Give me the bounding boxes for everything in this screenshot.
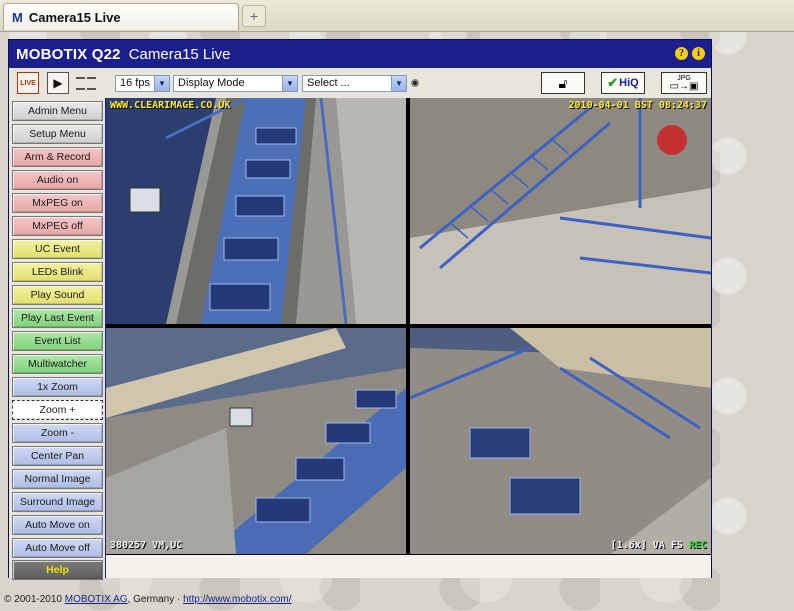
help-icon[interactable]: ? bbox=[675, 47, 688, 60]
footer: © 2001-2010 MOBOTIX AG, Germany · http:/… bbox=[4, 594, 292, 605]
auto-move-off-button[interactable]: Auto Move off bbox=[12, 538, 103, 558]
help-button[interactable]: Help bbox=[12, 560, 103, 580]
save-jpg-button[interactable]: JPG ▭→▣ bbox=[661, 72, 707, 94]
play-last-event-button[interactable]: Play Last Event bbox=[12, 308, 103, 328]
overlay-watermark: WWW.CLEARIMAGE.CO.UK bbox=[110, 100, 231, 111]
quad-view-icon[interactable] bbox=[75, 72, 97, 94]
tab-title: Camera15 Live bbox=[28, 9, 121, 25]
zoom-1x-button[interactable]: 1x Zoom bbox=[12, 377, 103, 397]
fps-select-value: 16 fps bbox=[120, 77, 150, 89]
header-icons: ? i bbox=[675, 47, 705, 60]
chevron-down-icon: ▼ bbox=[391, 76, 406, 91]
browser-tabbar: M Camera15 Live + bbox=[0, 0, 794, 32]
mxpeg-on-button[interactable]: MxPEG on bbox=[12, 193, 103, 213]
chevron-down-icon: ▼ bbox=[282, 76, 297, 91]
unlock-icon: 🔓︎ bbox=[558, 74, 568, 91]
play-sound-button[interactable]: Play Sound bbox=[12, 285, 103, 305]
event-list-button[interactable]: Event List bbox=[12, 331, 103, 351]
zoom-out-button[interactable]: Zoom - bbox=[12, 423, 103, 443]
camera-name: Camera15 Live bbox=[128, 45, 231, 63]
brand-title: MOBOTIX Q22 bbox=[16, 45, 121, 63]
auto-move-on-button[interactable]: Auto Move on bbox=[12, 515, 103, 535]
zoom-in-button[interactable]: Zoom + bbox=[12, 400, 103, 420]
view-status-area bbox=[106, 555, 711, 578]
center-pan-button[interactable]: Center Pan bbox=[12, 446, 103, 466]
unlock-button[interactable]: 🔓︎ bbox=[541, 72, 585, 94]
copyright-text: © 2001-2010 bbox=[4, 594, 62, 605]
record-dot-icon[interactable] bbox=[411, 79, 419, 87]
side-menu: Admin Menu Setup Menu Arm & Record Audio… bbox=[9, 98, 105, 580]
display-mode-value: Display Mode bbox=[178, 77, 245, 89]
select-dropdown[interactable]: Select ... ▼ bbox=[302, 75, 407, 92]
overlay-frame-info: 380257 VM,UC bbox=[110, 540, 183, 551]
new-tab-button[interactable]: + bbox=[242, 5, 266, 27]
audio-on-button[interactable]: Audio on bbox=[12, 170, 103, 190]
display-mode-select[interactable]: Display Mode ▼ bbox=[173, 75, 298, 92]
normal-image-button[interactable]: Normal Image bbox=[12, 469, 103, 489]
fps-select[interactable]: 16 fps ▼ bbox=[115, 75, 170, 92]
overlay-zoom-status: [1.6x] VA FS bbox=[610, 540, 683, 551]
mobotix-favicon-icon: M bbox=[12, 9, 23, 25]
hiq-label: HiQ bbox=[619, 77, 639, 89]
camera-view-top-right: 2010-04-01 BST 08:24:37 bbox=[410, 98, 711, 324]
arm-record-button[interactable]: Arm & Record bbox=[12, 147, 103, 167]
app-titlebar: MOBOTIX Q22 Camera15 Live ? i bbox=[9, 40, 711, 68]
hiq-button[interactable]: ✔ HiQ bbox=[601, 72, 645, 94]
uc-event-button[interactable]: UC Event bbox=[12, 239, 103, 259]
live-image-area[interactable]: WWW.CLEARIMAGE.CO.UK 2010-04-01 BST 08:2… bbox=[106, 98, 711, 555]
admin-menu-button[interactable]: Admin Menu bbox=[12, 101, 103, 121]
company-link[interactable]: MOBOTIX AG bbox=[65, 594, 128, 605]
leds-blink-button[interactable]: LEDs Blink bbox=[12, 262, 103, 282]
info-icon[interactable]: i bbox=[692, 47, 705, 60]
camera-view-top-left: WWW.CLEARIMAGE.CO.UK bbox=[106, 98, 406, 324]
overlay-rec-indicator: REC bbox=[688, 540, 707, 551]
live-view-button[interactable]: LIVE bbox=[17, 72, 39, 94]
camera-app-frame: MOBOTIX Q22 Camera15 Live ? i LIVE ▶ 16 … bbox=[8, 39, 712, 580]
toolbar: LIVE ▶ 16 fps ▼ Display Mode ▼ Select ..… bbox=[9, 68, 711, 98]
mxpeg-off-button[interactable]: MxPEG off bbox=[12, 216, 103, 236]
footer-country: , Germany · bbox=[127, 594, 184, 605]
save-disk-icon: ▭→▣ bbox=[669, 81, 699, 92]
chevron-down-icon: ▼ bbox=[154, 76, 169, 91]
surround-image-button[interactable]: Surround Image bbox=[12, 492, 103, 512]
browser-tab[interactable]: M Camera15 Live bbox=[3, 3, 239, 30]
overlay-status: [1.6x] VA FS REC bbox=[611, 540, 707, 551]
play-icon[interactable]: ▶ bbox=[47, 72, 69, 94]
overlay-timestamp: 2010-04-01 BST 08:24:37 bbox=[568, 100, 707, 111]
select-dropdown-value: Select ... bbox=[307, 77, 350, 89]
setup-menu-button[interactable]: Setup Menu bbox=[12, 124, 103, 144]
website-link[interactable]: http://www.mobotix.com/ bbox=[183, 594, 291, 605]
multiwatcher-button[interactable]: Multiwatcher bbox=[12, 354, 103, 374]
camera-view-bottom-left: 380257 VM,UC bbox=[106, 328, 406, 554]
checkmark-icon: ✔ bbox=[607, 75, 619, 90]
camera-view-bottom-right: [1.6x] VA FS REC bbox=[410, 328, 711, 554]
